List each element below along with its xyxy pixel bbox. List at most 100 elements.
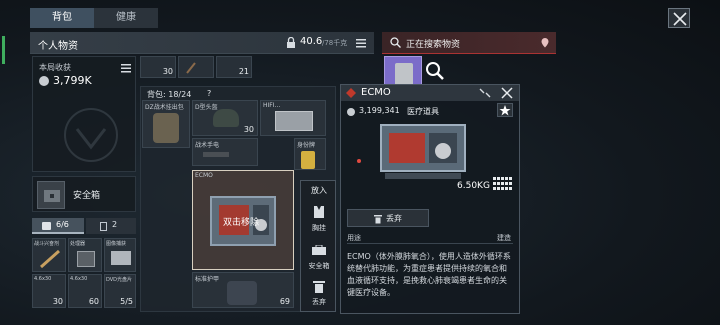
context-menu: 放入 胸挂 安全箱 丢弃 [300, 180, 336, 312]
item-label: DZ战术挂出包 [145, 104, 184, 111]
item-sub: DVD光盘片 [106, 277, 133, 283]
bottom-tab-2[interactable]: 2 [86, 218, 136, 234]
tab-bar: 背包 健康 [30, 8, 158, 28]
top-slot-3[interactable]: 21 [216, 56, 252, 78]
top-slot-1[interactable]: 30 [140, 56, 176, 78]
menu-item-chest-rig[interactable]: 胸挂 [304, 203, 334, 237]
item-knife-icon [185, 61, 197, 75]
menu-item-discard[interactable]: 丢弃 [304, 277, 334, 311]
tab-backpack[interactable]: 背包 [30, 8, 94, 28]
bottom-tab-1-label: 6/6 [56, 220, 69, 229]
item-label: 身份牌 [297, 142, 316, 149]
backpack-label: 背包: 18/24 [147, 90, 192, 99]
context-menu-title: 放入 [311, 186, 327, 195]
detail-description: ECMO（体外膜肺氧合），使用人造体外循环系统替代肺功能，为重症患者提供持续的氧… [347, 252, 511, 297]
flashlight-icon [203, 152, 229, 157]
search-label: 正在搜索物资 [406, 40, 461, 50]
backpack-item-dz-pack[interactable]: DZ战术挂出包 [142, 100, 190, 148]
backpack-item-hifi[interactable]: HIFI... [260, 100, 326, 136]
item-label: 处理器 [70, 241, 86, 247]
detail-name: ECMO [361, 87, 391, 98]
menu-item-label: 胸挂 [312, 224, 326, 232]
backpack-item-helmet[interactable]: D型头盔 30 [192, 100, 258, 136]
exit-button[interactable] [668, 8, 690, 28]
backpack-item-dogtag[interactable]: 身份牌 [294, 138, 326, 170]
top-slot-2[interactable] [178, 56, 214, 78]
session-income-label: 本局收获 [39, 63, 71, 72]
item-detail-panel: ECMO 3,199,341 医疗道具 6.50KG 丢弃 用途 建造 ECMO… [340, 84, 520, 314]
personal-items-header: 个人物资 40.6 /78千克 [30, 32, 374, 54]
slot-count: 30 [162, 67, 173, 76]
emblem-watermark [63, 107, 119, 163]
bottom-item-ammo-2[interactable]: 4.6x30 60 [68, 274, 102, 308]
card-icon [100, 222, 107, 231]
ecmo-large-icon [375, 115, 475, 185]
bottom-item-ammo-1[interactable]: 4.6x30 30 [32, 274, 66, 308]
discard-trash-icon [374, 214, 382, 224]
safe-box-panel[interactable]: 安全箱 [32, 176, 136, 212]
double-tap-hint: 双击移除 [223, 218, 260, 228]
collapse-icon[interactable] [479, 88, 491, 98]
syringe-icon [39, 249, 61, 269]
build-label: 建造 [497, 234, 511, 242]
bottom-item-image-capture[interactable]: 图像捕获 [104, 238, 136, 272]
item-sub: 4.6x30 [70, 276, 88, 282]
bottom-item-processor[interactable]: 处理器 [68, 238, 102, 272]
item-count: 5/5 [120, 297, 133, 306]
item-count: 60 [88, 297, 99, 306]
income-list-icon[interactable] [121, 63, 131, 73]
grid-size-icon [493, 177, 513, 191]
usage-label: 用途 [347, 234, 361, 242]
item-count: 30 [52, 297, 63, 306]
weight-value: 40.6 [300, 36, 323, 47]
session-income-value: 3,799K [53, 74, 92, 87]
item-label: D型头盔 [195, 104, 218, 111]
favorite-star-icon[interactable] [497, 103, 513, 117]
red-marker [357, 159, 361, 163]
dogtag-icon [301, 151, 315, 169]
item-label: ECMO [195, 172, 213, 179]
safe-box-small-icon [312, 244, 326, 255]
list-view-icon[interactable] [356, 38, 366, 48]
item-label: HIFI... [263, 102, 281, 109]
session-income-panel: 本局收获 3,799K [32, 56, 136, 172]
detail-weight: 6.50KG [457, 181, 490, 191]
bag-icon [42, 222, 51, 230]
close-icon[interactable] [501, 87, 513, 99]
item-label: 图像捕获 [106, 241, 127, 247]
side-indicator [2, 36, 5, 64]
armor-icon [227, 281, 257, 305]
search-item-unknown[interactable] [424, 60, 446, 82]
menu-item-label: 安全箱 [308, 262, 330, 270]
search-icon [390, 37, 401, 48]
detail-coin-icon [347, 108, 355, 116]
item-label: 标准护甲 [195, 276, 220, 283]
device-icon [111, 251, 131, 265]
slot-count: 21 [238, 67, 249, 76]
backpack-item-ecmo[interactable]: ECMO 双击移除 [192, 170, 294, 270]
tab-health[interactable]: 健康 [94, 8, 158, 28]
menu-item-safe-box[interactable]: 安全箱 [304, 241, 334, 275]
bottom-item-dvd[interactable]: DVD光盘片 5/5 [104, 274, 136, 308]
chip-icon [77, 251, 95, 267]
bottom-item-stimulant[interactable]: 战斗兴奋剂 [32, 238, 66, 272]
backpack-item-flashlight[interactable]: 战术手电 [192, 138, 258, 166]
item-count: 30 [243, 125, 254, 134]
chest-rig-icon [313, 205, 325, 219]
item-sub: 4.6x30 [34, 276, 52, 282]
backpack-help-icon[interactable]: ? [207, 89, 211, 98]
bottom-tab-1[interactable]: 6/6 [32, 218, 84, 234]
search-header: 正在搜索物资 [382, 32, 556, 54]
personal-items-title: 个人物资 [38, 41, 78, 52]
discard-button[interactable]: 丢弃 [347, 209, 429, 227]
divider [347, 243, 513, 244]
rarity-diamond-icon [346, 88, 356, 98]
search-pin-icon[interactable] [540, 37, 550, 48]
backpack-item-armor[interactable]: 标准护甲 69 [192, 272, 294, 308]
backpack-item-icon [153, 113, 179, 143]
bottom-tab-2-label: 2 [112, 220, 118, 229]
menu-item-label: 丢弃 [312, 298, 326, 306]
item-count: 69 [279, 297, 290, 306]
trash-icon [313, 279, 325, 293]
detail-header: ECMO [341, 85, 519, 101]
